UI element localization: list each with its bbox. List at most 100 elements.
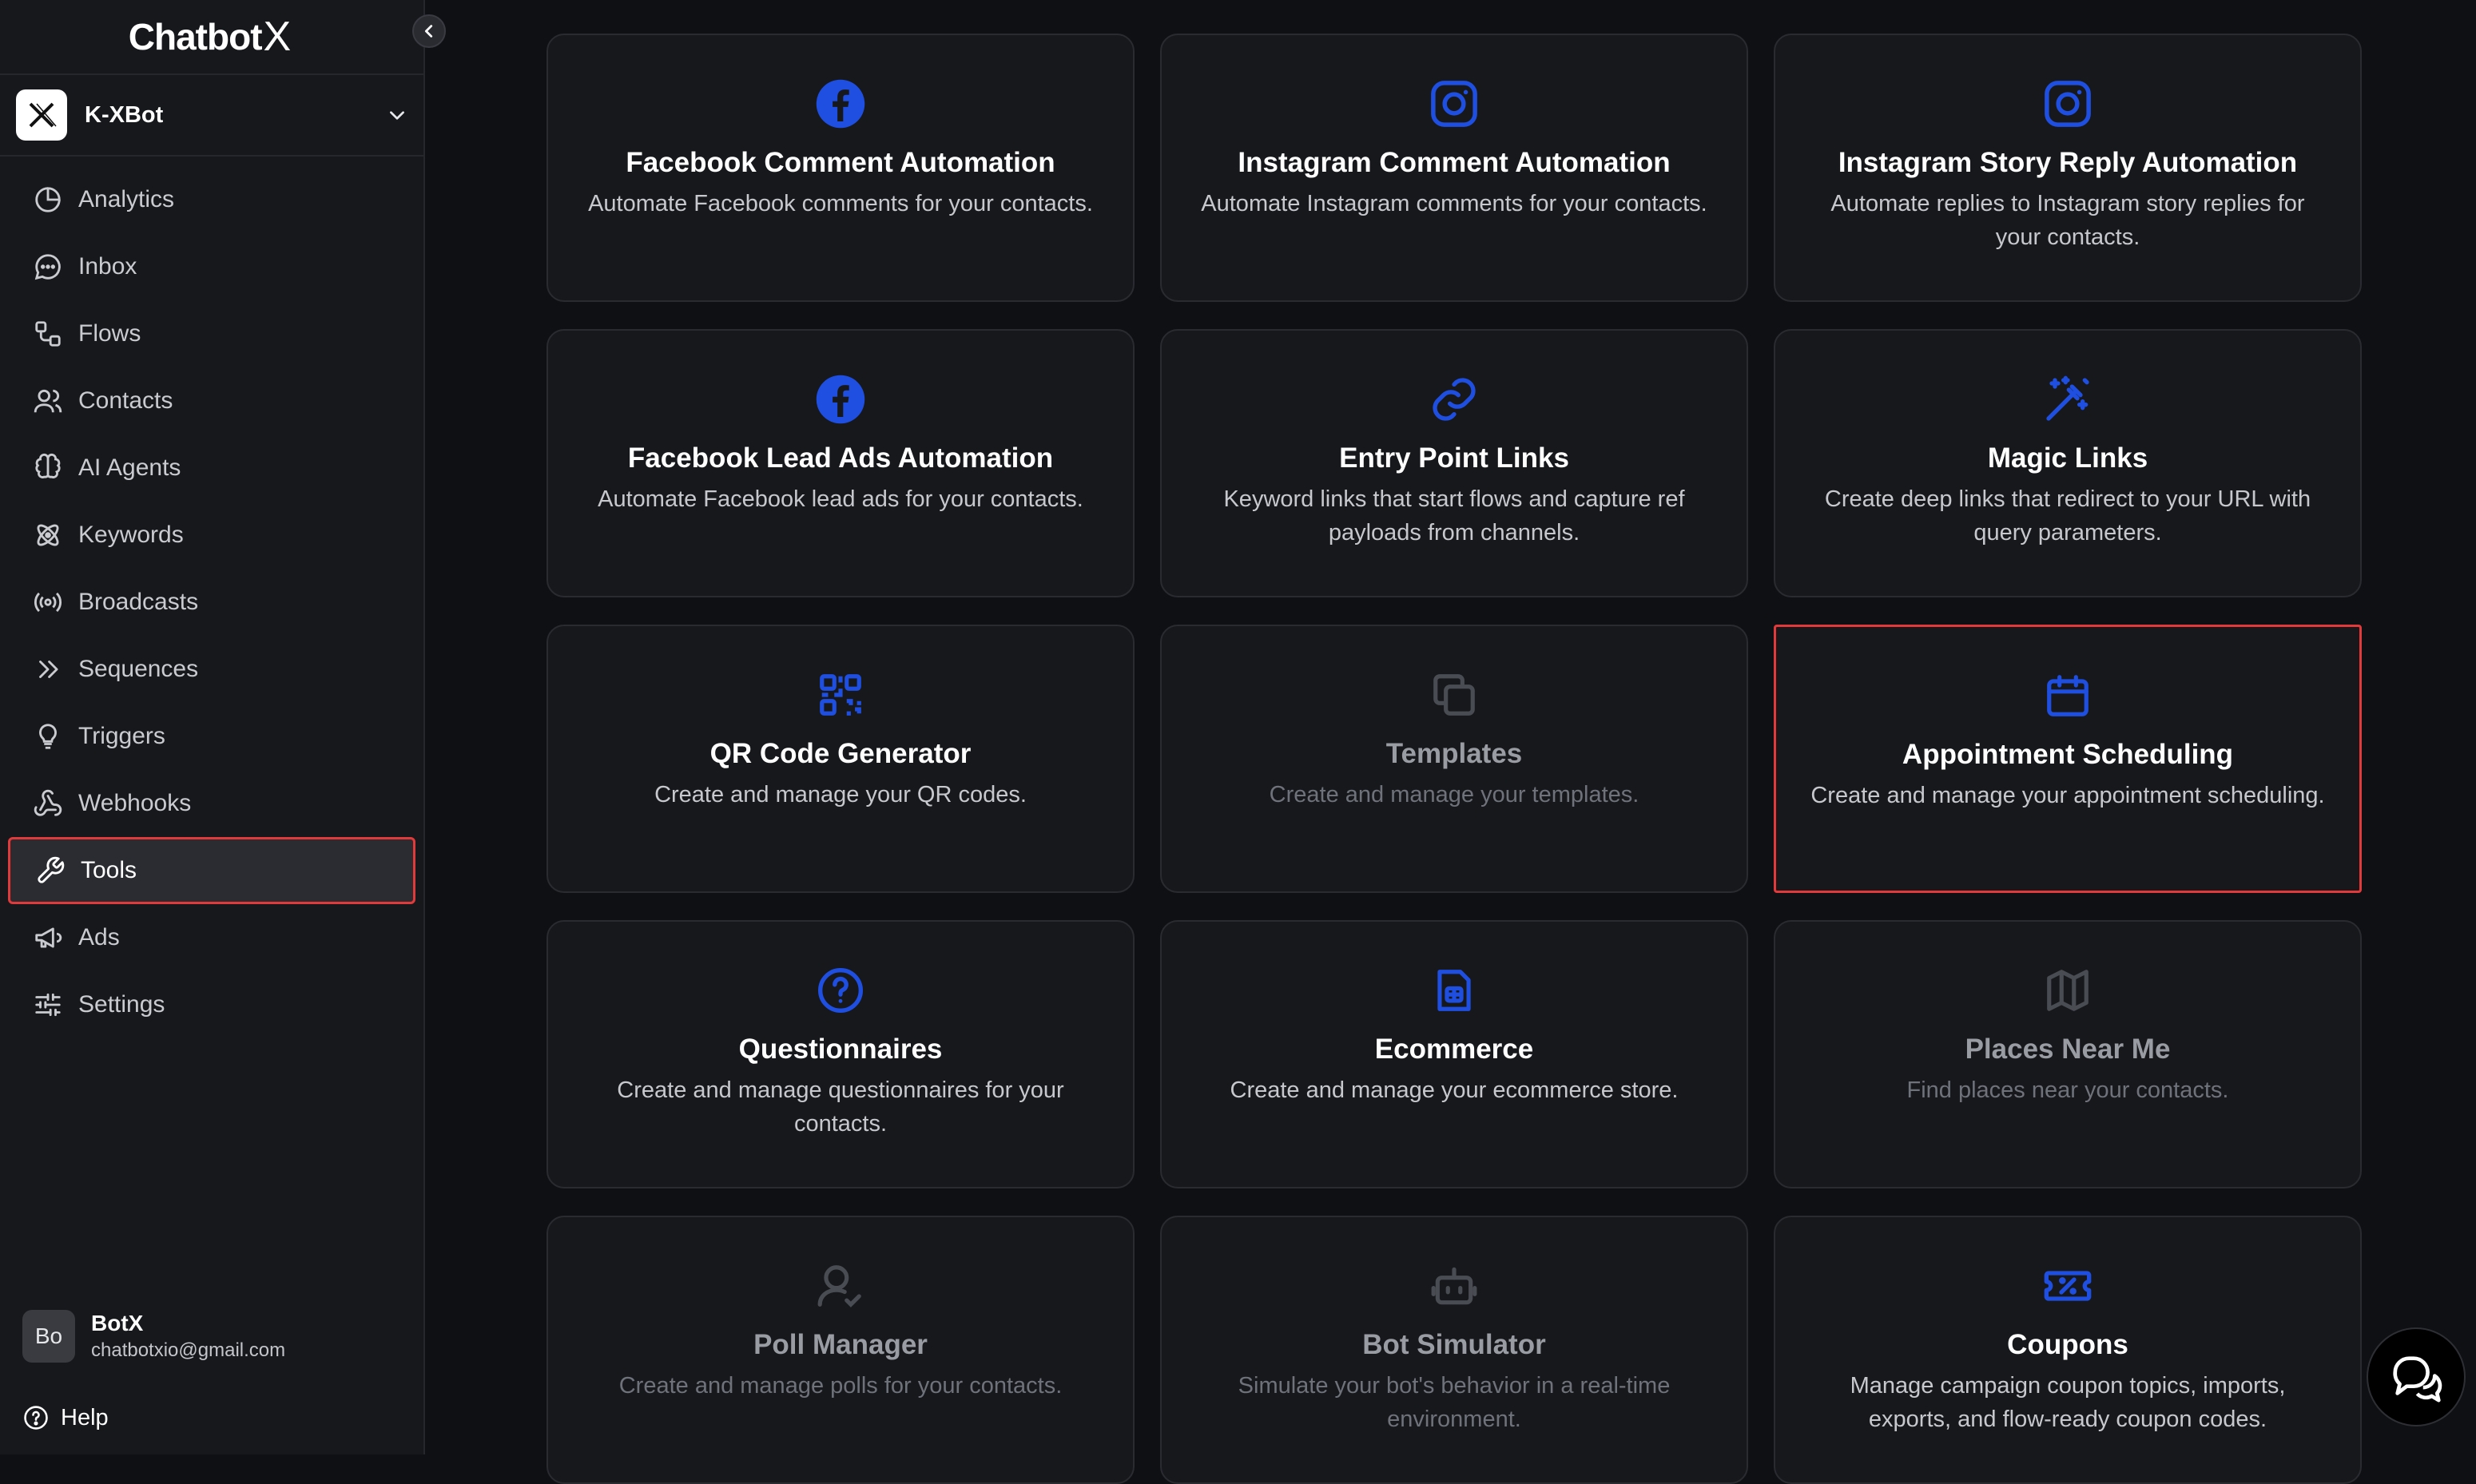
avatar: Bo xyxy=(22,1310,75,1363)
bot-icon xyxy=(1429,1257,1479,1315)
bot-selector[interactable]: K-XBot xyxy=(0,73,423,157)
user-check-icon xyxy=(816,1257,865,1315)
sidebar-item-settings[interactable]: Settings xyxy=(8,971,415,1038)
tool-card-instagram-comment-automation[interactable]: Instagram Comment Automation Automate In… xyxy=(1160,34,1748,302)
tool-card-entry-point-links[interactable]: Entry Point Links Keyword links that sta… xyxy=(1160,329,1748,597)
sidebar-item-broadcasts[interactable]: Broadcasts xyxy=(8,569,415,636)
tool-card-coupons[interactable]: Coupons Manage campaign coupon topics, i… xyxy=(1774,1216,2362,1484)
bot-avatar xyxy=(16,89,67,141)
tool-card-facebook-lead-ads-automation[interactable]: Facebook Lead Ads Automation Automate Fa… xyxy=(546,329,1135,597)
instagram-icon xyxy=(2041,75,2094,133)
tool-card-facebook-comment-automation[interactable]: Facebook Comment Automation Automate Fac… xyxy=(546,34,1135,302)
tools-grid: Facebook Comment Automation Automate Fac… xyxy=(546,34,2362,1484)
app-logo[interactable]: Chatbot X xyxy=(0,0,423,73)
sidebar-item-sequences[interactable]: Sequences xyxy=(8,636,415,703)
map-icon xyxy=(2043,962,2092,1019)
user-info: BotX chatbotxio@gmail.com xyxy=(91,1311,285,1362)
sidebar-item-analytics[interactable]: Analytics xyxy=(8,166,415,233)
sidebar-item-inbox[interactable]: Inbox xyxy=(8,233,415,300)
tool-title: Bot Simulator xyxy=(1362,1329,1546,1360)
collapse-sidebar-button[interactable] xyxy=(412,14,446,48)
tool-title: Instagram Comment Automation xyxy=(1238,147,1671,178)
sidebar-item-ai-agents[interactable]: AI Agents xyxy=(8,434,415,502)
chevron-left-icon xyxy=(424,25,433,38)
tool-card-instagram-story-reply-automation[interactable]: Instagram Story Reply Automation Automat… xyxy=(1774,34,2362,302)
coupon-icon xyxy=(2042,1257,2093,1315)
support-chat-button[interactable] xyxy=(2367,1327,2466,1426)
help-link[interactable]: Help xyxy=(22,1404,109,1431)
facebook-icon xyxy=(814,75,867,133)
sidebar-item-label: Settings xyxy=(78,991,165,1018)
magic-wand-icon xyxy=(2042,371,2093,428)
megaphone-icon xyxy=(30,920,66,955)
sidebar-item-label: Triggers xyxy=(78,723,165,749)
tool-title: Magic Links xyxy=(1987,442,2148,474)
tool-description: Simulate your bot's behavior in a real-t… xyxy=(1238,1373,1671,1432)
copy-icon xyxy=(1429,666,1479,724)
flow-icon xyxy=(30,316,66,351)
sidebar-nav: Analytics Inbox Flows Contacts AI Agents xyxy=(0,157,423,1038)
pie-chart-icon xyxy=(30,182,66,217)
tool-card-questionnaires[interactable]: Questionnaires Create and manage questio… xyxy=(546,920,1135,1188)
tool-card-templates[interactable]: Templates Create and manage your templat… xyxy=(1160,625,1748,893)
sidebar-item-label: Inbox xyxy=(78,253,137,280)
lightbulb-icon xyxy=(30,719,66,754)
sidebar-item-triggers[interactable]: Triggers xyxy=(8,703,415,770)
tool-card-bot-simulator[interactable]: Bot Simulator Simulate your bot's behavi… xyxy=(1160,1216,1748,1484)
broadcast-icon xyxy=(30,585,66,620)
tool-title: Ecommerce xyxy=(1374,1034,1534,1065)
sidebar-item-label: Ads xyxy=(78,924,120,950)
sidebar-item-webhooks[interactable]: Webhooks xyxy=(8,770,415,837)
tool-description: Create and manage questionnaires for you… xyxy=(617,1077,1064,1137)
tool-title: Appointment Scheduling xyxy=(1902,739,2234,770)
sidebar-item-keywords[interactable]: Keywords xyxy=(8,502,415,569)
tool-title: Instagram Story Reply Automation xyxy=(1838,147,2298,178)
sidebar-item-tools[interactable]: Tools xyxy=(8,837,415,904)
atom-icon xyxy=(30,518,66,553)
sidebar-item-ads[interactable]: Ads xyxy=(8,904,415,971)
calendar-icon xyxy=(2043,667,2092,724)
tool-card-qr-code-generator[interactable]: QR Code Generator Create and manage your… xyxy=(546,625,1135,893)
tool-card-magic-links[interactable]: Magic Links Create deep links that redir… xyxy=(1774,329,2362,597)
brain-icon xyxy=(30,450,66,486)
sidebar-item-flows[interactable]: Flows xyxy=(8,300,415,367)
tool-card-poll-manager[interactable]: Poll Manager Create and manage polls for… xyxy=(546,1216,1135,1484)
tool-description: Create and manage your templates. xyxy=(1269,782,1639,807)
sidebar-item-label: Sequences xyxy=(78,656,199,682)
sidebar-item-label: Keywords xyxy=(78,522,184,548)
user-profile[interactable]: Bo BotX chatbotxio@gmail.com xyxy=(22,1310,285,1363)
sidebar: Chatbot X K-XBot Analytics Inbox Flows C… xyxy=(0,0,425,1454)
tool-description: Manage campaign coupon topics, imports, … xyxy=(1850,1373,2286,1432)
sidebar-item-label: Flows xyxy=(78,320,141,347)
x-logo-icon xyxy=(29,102,57,128)
link-icon xyxy=(1429,371,1480,428)
chat-bubbles-icon xyxy=(2393,1356,2442,1403)
tool-card-places-near-me[interactable]: Places Near Me Find places near your con… xyxy=(1774,920,2362,1188)
logo-x: X xyxy=(263,14,292,60)
logo-text: Chatbot xyxy=(128,16,263,58)
sidebar-item-label: Analytics xyxy=(78,186,175,212)
double-chevron-icon xyxy=(30,652,66,687)
sidebar-item-contacts[interactable]: Contacts xyxy=(8,367,415,434)
help-label: Help xyxy=(61,1404,109,1430)
tool-title: Facebook Lead Ads Automation xyxy=(627,442,1054,474)
store-icon xyxy=(1429,962,1479,1019)
tool-description: Create deep links that redirect to your … xyxy=(1824,486,2311,546)
webhook-icon xyxy=(30,786,66,821)
sidebar-item-label: Broadcasts xyxy=(78,589,199,615)
sliders-icon xyxy=(30,987,66,1022)
tool-description: Keyword links that start flows and captu… xyxy=(1223,486,1685,546)
tool-description: Create and manage polls for your contact… xyxy=(618,1373,1063,1399)
tool-title: QR Code Generator xyxy=(709,738,972,769)
main-content: Facebook Comment Automation Automate Fac… xyxy=(427,0,2476,1484)
sidebar-item-label: Webhooks xyxy=(78,790,192,816)
tool-card-ecommerce[interactable]: Ecommerce Create and manage your ecommer… xyxy=(1160,920,1748,1188)
tool-description: Automate Instagram comments for your con… xyxy=(1201,191,1707,216)
bot-name: K-XBot xyxy=(85,101,164,128)
tool-description: Find places near your contacts. xyxy=(1906,1077,2229,1103)
tool-card-appointment-scheduling[interactable]: Appointment Scheduling Create and manage… xyxy=(1774,625,2362,893)
tool-description: Create and manage your ecommerce store. xyxy=(1230,1077,1679,1103)
tool-title: Templates xyxy=(1385,738,1523,769)
qr-code-icon xyxy=(816,666,865,724)
question-circle-icon xyxy=(815,962,866,1019)
